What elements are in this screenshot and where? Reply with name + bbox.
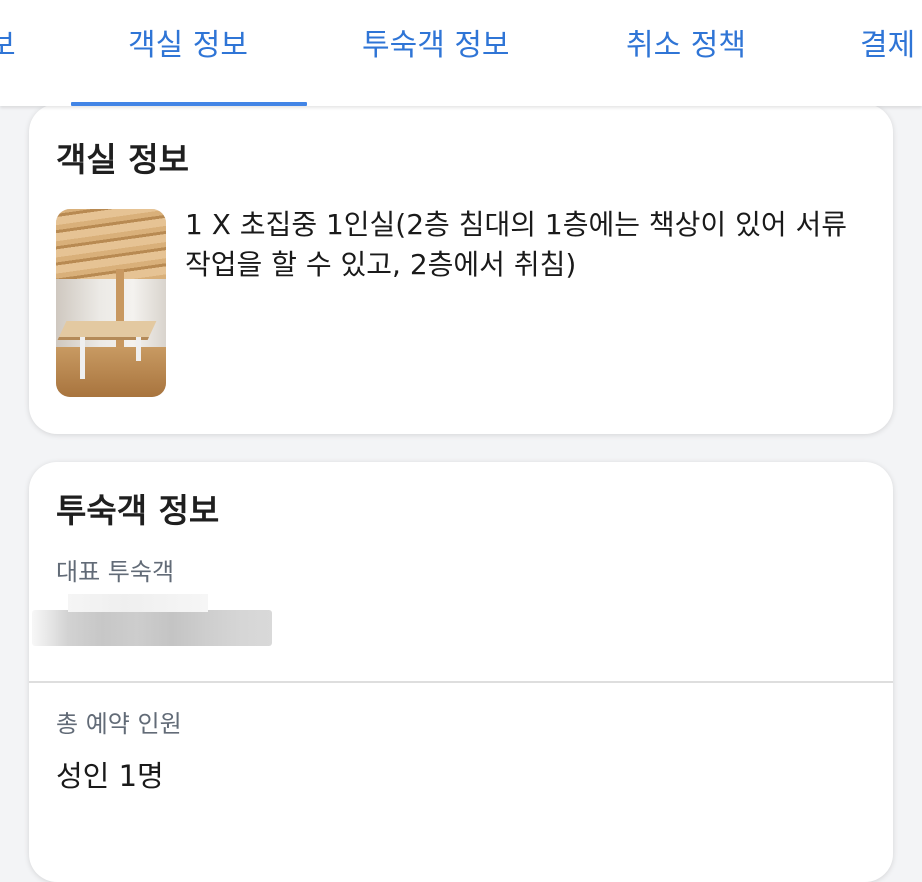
active-tab-indicator [71,102,307,106]
room-photo-ceiling [56,209,166,289]
room-photo [56,209,166,397]
room-photo-floor [56,347,166,397]
primary-guest-label: 대표 투숙객 [56,558,175,586]
tab-partial[interactable]: 보 [0,24,16,68]
tab-guest-info[interactable]: 투숙객 정보 [362,24,510,68]
tab-payment[interactable]: 결제 [860,24,915,68]
total-guests-value: 성인 1명 [56,759,164,793]
primary-guest-name-redacted [32,594,272,646]
tab-cancel-policy[interactable]: 취소 정책 [626,24,746,68]
room-info-title: 객실 정보 [56,140,189,179]
section-tab-bar: 보 객실 정보 투숙객 정보 취소 정책 결제 [0,0,922,106]
room-photo-desk-leg [80,337,85,379]
room-description: 1 X 초집중 1인실(2층 침대의 1층에는 책상이 있어 서류작업을 할 수… [185,208,848,281]
guest-info-title: 투숙객 정보 [56,491,220,530]
total-guests-label: 총 예약 인원 [56,710,182,738]
divider [29,681,893,683]
room-photo-desk [57,321,157,340]
room-photo-desk-leg [136,337,141,361]
tab-room-info[interactable]: 객실 정보 [128,24,248,68]
guest-info-card: 투숙객 정보 대표 투숙객 총 예약 인원 성인 1명 [29,462,893,882]
room-info-card: 객실 정보 1 X 초집중 1인실(2층 침대의 1층에는 책상이 있어 서류작… [29,104,893,434]
